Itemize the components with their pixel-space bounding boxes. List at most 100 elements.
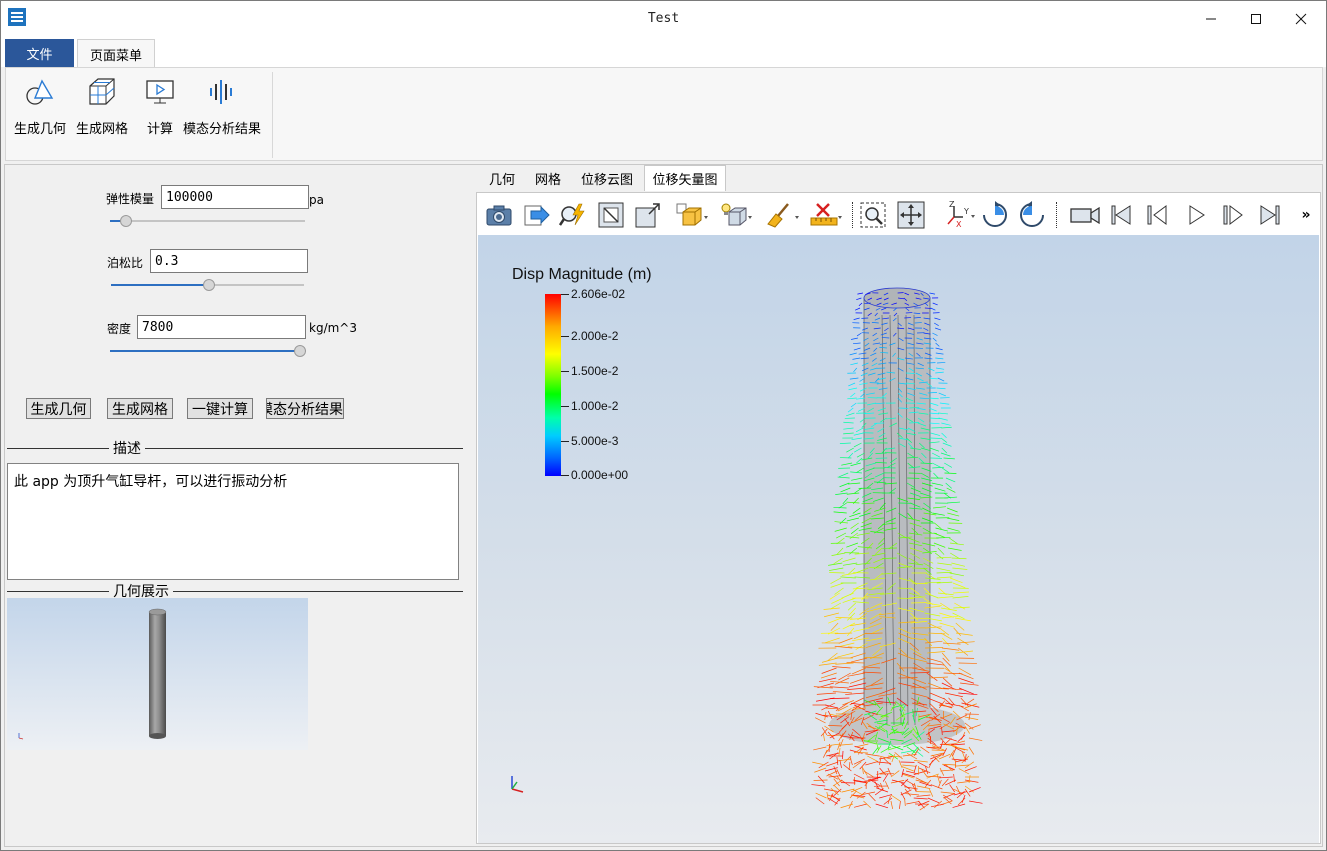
density-unit: kg/m^3 [309, 321, 357, 335]
svg-text:Z: Z [949, 201, 955, 209]
slider-handle[interactable] [294, 345, 306, 357]
viewport-panel: ZYX » Disp Magnitude (m) 2.606e-02 2.000… [476, 192, 1321, 844]
close-button[interactable] [1278, 1, 1324, 37]
slider-handle[interactable] [120, 215, 132, 227]
cube-color-icon [676, 203, 708, 226]
zoom-region-icon [860, 202, 886, 228]
maximize-button[interactable] [1233, 1, 1279, 37]
tab-mesh[interactable]: 网格 [533, 167, 563, 190]
first-frame-button[interactable] [1106, 200, 1136, 230]
minimize-button[interactable] [1188, 1, 1234, 37]
next-frame-button[interactable] [1218, 200, 1248, 230]
rotate-cw-button[interactable] [980, 200, 1010, 230]
description-textbox[interactable]: 此 app 为顶升气缸导杆，可以进行振动分析 [7, 463, 459, 580]
density-label: 密度 [107, 322, 132, 336]
tab-displacement-contour[interactable]: 位移云图 [579, 167, 635, 190]
cylinder-preview-image [18, 608, 167, 740]
toolbar-overflow-button[interactable]: » [1296, 200, 1316, 230]
minimize-icon [1206, 18, 1216, 20]
zoom-box-icon [598, 202, 624, 228]
play-icon [1189, 205, 1205, 225]
ribbon-tabs: 文件 页面菜单 [1, 37, 1326, 68]
window-title: Test [647, 11, 680, 26]
svg-text:Y: Y [963, 207, 969, 216]
magnify-lightning-icon [559, 203, 585, 226]
last-frame-button[interactable] [1255, 200, 1285, 230]
video-camera-icon [1070, 206, 1100, 225]
monitor-play-icon [146, 80, 174, 104]
export-arrow-icon [524, 205, 550, 226]
rotate-ccw-button[interactable] [1017, 200, 1047, 230]
ribbon-label: 生成几何 [14, 122, 67, 137]
slider-fill [110, 350, 298, 352]
rotate-counterclockwise-icon [1020, 201, 1044, 227]
ribbon-generate-geometry-button[interactable]: 生成几何 [14, 74, 66, 137]
elastic-modulus-unit: pa [309, 193, 324, 207]
generate-geometry-button[interactable]: 生成几何 [26, 398, 91, 419]
ribbon-generate-mesh-button[interactable]: 生成网格 [76, 74, 128, 137]
density-slider[interactable] [110, 344, 306, 358]
previous-frame-button[interactable] [1142, 200, 1172, 230]
render-view[interactable]: Disp Magnitude (m) 2.606e-02 2.000e-2 1.… [478, 235, 1319, 843]
elastic-modulus-slider[interactable] [110, 214, 305, 228]
zoom-region-button[interactable] [858, 200, 888, 230]
toolbar-separator [852, 202, 853, 228]
ribbon-label: 模态分析结果 [183, 122, 262, 137]
generate-mesh-button[interactable]: 生成网格 [107, 398, 173, 419]
geometry-icon [26, 79, 54, 105]
ribbon-label: 计算 [146, 122, 173, 137]
elastic-modulus-input[interactable] [161, 185, 309, 209]
skip-last-icon [1260, 205, 1280, 225]
rotate-clockwise-icon [983, 201, 1007, 227]
density-input[interactable] [137, 315, 306, 339]
orientation-axes-icon [511, 776, 524, 793]
tab-displacement-vector[interactable]: 位移矢量图 [644, 165, 726, 191]
ribbon-compute-button[interactable]: 计算 [143, 74, 177, 137]
view-toolbar: ZYX » [478, 194, 1319, 234]
clear-button[interactable] [765, 200, 801, 230]
ruler-x-icon [810, 203, 842, 226]
pan-button[interactable] [896, 200, 926, 230]
toolbar-separator [1056, 202, 1057, 228]
mesh-cube-icon [89, 78, 115, 105]
modal-results-button[interactable]: 模态分析结果 [266, 398, 344, 419]
tab-file[interactable]: 文件 [5, 39, 74, 67]
main-area: 弹性模量 pa 泊松比 密度 kg/m^3 生成几何 生成网格 一键计算 模态分… [4, 164, 1323, 847]
zoom-box-button[interactable] [596, 200, 626, 230]
ribbon-separator [272, 72, 273, 158]
play-button[interactable] [1181, 200, 1211, 230]
description-group-line [7, 448, 463, 449]
elastic-modulus-label: 弹性模量 [106, 192, 155, 206]
one-click-compute-button[interactable]: 一键计算 [187, 398, 253, 419]
title-bar: Test [1, 1, 1326, 37]
axis-view-button[interactable]: ZYX [941, 200, 977, 230]
display-mode-button[interactable] [674, 200, 710, 230]
zoom-pick-button[interactable] [558, 200, 588, 230]
export-button[interactable] [522, 200, 552, 230]
lighting-button[interactable] [718, 200, 754, 230]
step-forward-icon [1223, 205, 1243, 225]
lightbulb-cube-icon [721, 203, 752, 226]
geometry-preview[interactable] [7, 598, 308, 750]
broom-icon [767, 203, 799, 228]
waveform-icon [210, 80, 232, 104]
tab-page-menu[interactable]: 页面菜单 [77, 39, 155, 68]
skip-first-icon [1111, 205, 1131, 225]
svg-text:X: X [956, 220, 962, 229]
tab-geometry[interactable]: 几何 [487, 167, 517, 190]
close-icon [1295, 13, 1307, 25]
zoom-fit-button[interactable] [633, 200, 663, 230]
zoom-out-box-icon [635, 203, 660, 228]
displacement-vector-plot [511, 287, 983, 811]
poisson-ratio-input[interactable] [150, 249, 308, 273]
ribbon-modal-results-button[interactable]: 模态分析结果 [183, 74, 261, 137]
slider-handle[interactable] [203, 279, 215, 291]
camera-screenshot-button[interactable] [484, 200, 514, 230]
poisson-ratio-slider[interactable] [111, 278, 304, 292]
axes-xyz-icon: ZYX [947, 201, 975, 229]
record-button[interactable] [1068, 200, 1102, 230]
poisson-ratio-label: 泊松比 [107, 256, 144, 270]
step-back-icon [1147, 205, 1167, 225]
ribbon-panel: 生成几何 生成网格 计算 模态分析结果 [5, 67, 1323, 161]
measure-button[interactable] [808, 200, 844, 230]
